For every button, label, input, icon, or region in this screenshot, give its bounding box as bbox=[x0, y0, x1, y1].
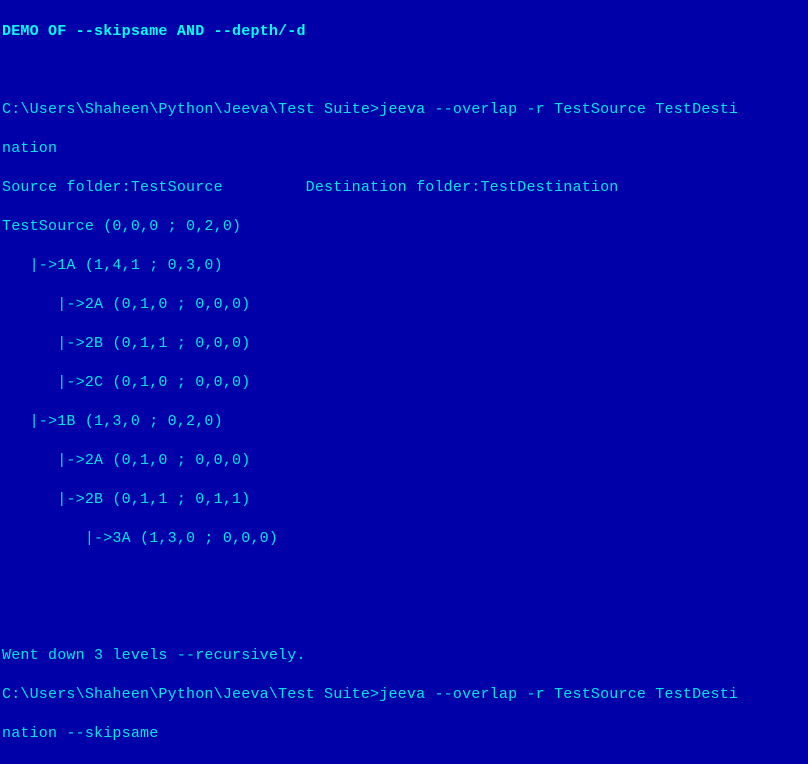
demo-title: DEMO OF --skipsame AND --depth/-d bbox=[2, 23, 306, 40]
command-wrap-2: nation --skipsame bbox=[2, 725, 158, 742]
command-line-1: C:\Users\Shaheen\Python\Jeeva\Test Suite… bbox=[2, 101, 738, 118]
recursion-summary-1: Went down 3 levels --recursively. bbox=[2, 647, 306, 664]
tree-node: |->2A (0,1,0 ; 0,0,0) bbox=[2, 452, 250, 469]
tree-node: |->2B (0,1,1 ; 0,0,0) bbox=[2, 335, 250, 352]
tree-node: |->2C (0,1,0 ; 0,0,0) bbox=[2, 374, 250, 391]
command-line-2: C:\Users\Shaheen\Python\Jeeva\Test Suite… bbox=[2, 686, 738, 703]
command-wrap-1: nation bbox=[2, 140, 57, 157]
tree-node: |->1B (1,3,0 ; 0,2,0) bbox=[2, 413, 223, 430]
folder-info-1: Source folder:TestSource Destination fol… bbox=[2, 179, 619, 196]
tree-root-1: TestSource (0,0,0 ; 0,2,0) bbox=[2, 218, 241, 235]
tree-node: |->3A (1,3,0 ; 0,0,0) bbox=[2, 530, 278, 547]
tree-node: |->2A (0,1,0 ; 0,0,0) bbox=[2, 296, 250, 313]
tree-node: |->1A (1,4,1 ; 0,3,0) bbox=[2, 257, 223, 274]
terminal-output[interactable]: DEMO OF --skipsame AND --depth/-d C:\Use… bbox=[0, 0, 808, 764]
tree-node: |->2B (0,1,1 ; 0,1,1) bbox=[2, 491, 250, 508]
